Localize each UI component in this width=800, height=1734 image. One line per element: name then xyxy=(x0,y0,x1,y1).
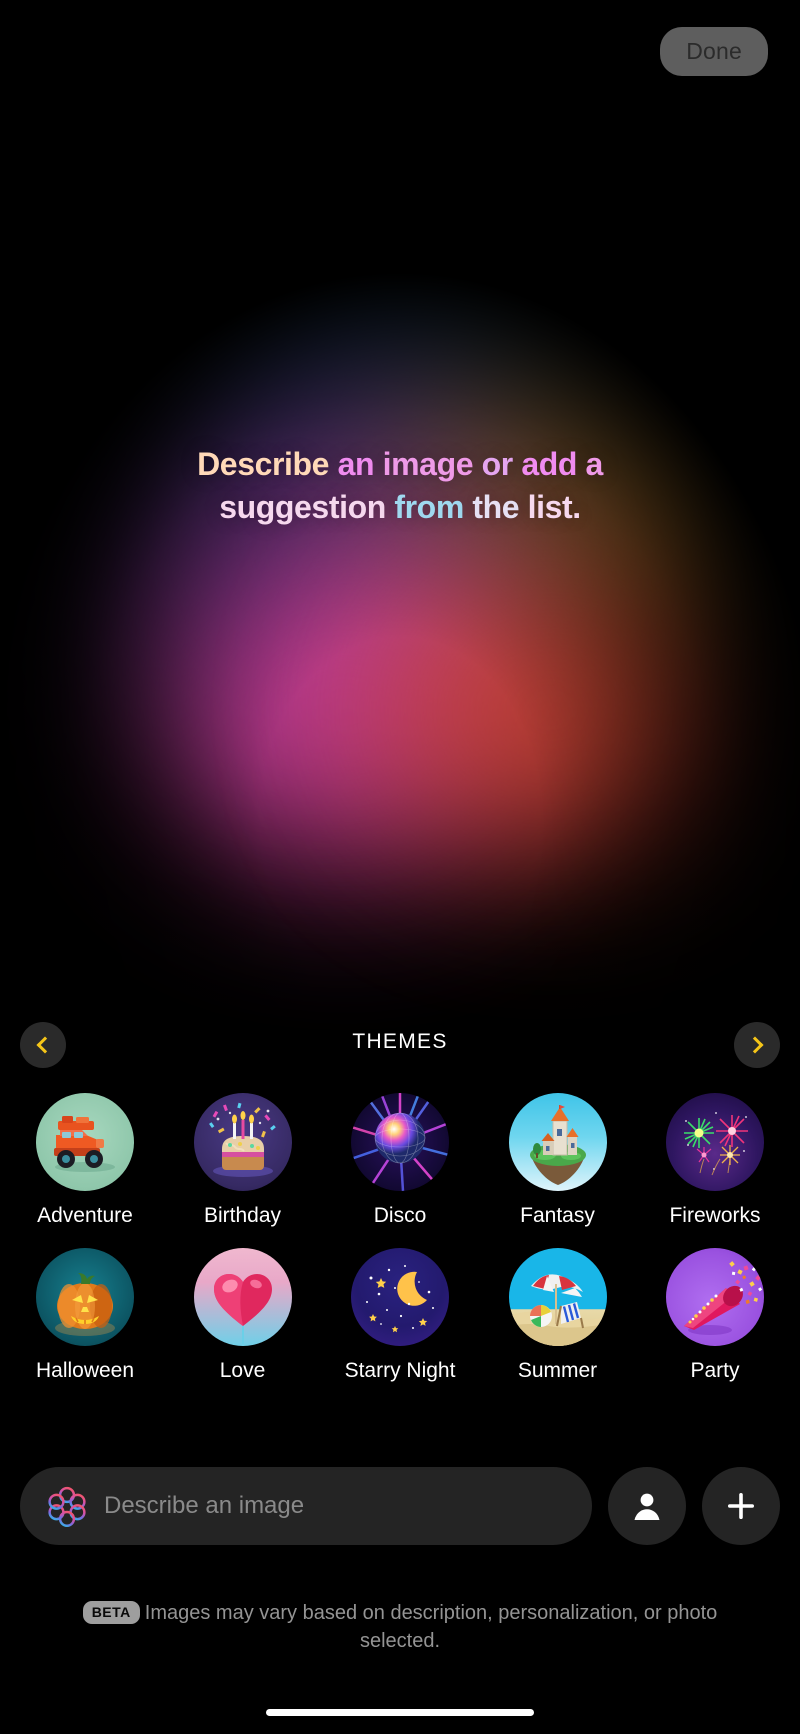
themes-grid: Adventure Birthday Disco Fantasy Firewor… xyxy=(0,1093,800,1403)
hero-word: add xyxy=(521,446,586,482)
theme-label: Fireworks xyxy=(669,1204,761,1227)
theme-item-disco[interactable]: Disco xyxy=(335,1093,465,1228)
party-thumbnail xyxy=(666,1248,764,1346)
chevron-right-icon xyxy=(746,1036,764,1054)
hero-word: the xyxy=(472,488,528,525)
adventure-thumbnail xyxy=(36,1093,134,1191)
theme-item-fantasy[interactable]: Fantasy xyxy=(493,1093,623,1228)
disco-thumbnail xyxy=(351,1093,449,1191)
hero-word: image xyxy=(382,446,482,482)
disclaimer-text: Images may vary based on description, pe… xyxy=(144,1602,718,1652)
theme-item-fireworks[interactable]: Fireworks xyxy=(650,1093,780,1228)
theme-item-starry-night[interactable]: Starry Night xyxy=(335,1248,465,1383)
theme-item-party[interactable]: Party xyxy=(650,1248,780,1383)
summer-thumbnail xyxy=(508,1248,607,1346)
add-button[interactable] xyxy=(702,1467,780,1545)
starry-night-thumbnail xyxy=(351,1248,449,1346)
hero-word: an xyxy=(337,446,383,482)
theme-label: Adventure xyxy=(37,1204,133,1227)
fireworks-thumbnail xyxy=(666,1093,764,1191)
themes-title: THEMES xyxy=(352,1030,448,1053)
theme-item-halloween[interactable]: Halloween xyxy=(20,1248,150,1383)
beta-badge: BETA xyxy=(82,1601,140,1625)
home-indicator xyxy=(266,1709,534,1716)
theme-label: Birthday xyxy=(203,1204,282,1227)
done-button[interactable]: Done xyxy=(660,27,768,76)
hero-headline: Describe an image or add a suggestion fr… xyxy=(0,443,800,528)
themes-row-2: Halloween Love Starry Night Summer Party xyxy=(0,1248,800,1383)
person-button[interactable] xyxy=(608,1467,686,1545)
plus-icon xyxy=(728,1493,754,1519)
hero-word: list. xyxy=(527,488,582,525)
theme-label: Summer xyxy=(517,1359,598,1382)
theme-label: Party xyxy=(690,1359,740,1382)
hero-word: or xyxy=(481,446,522,482)
hero-line-1: Describe an image or add a xyxy=(197,446,603,482)
themes-header: THEMES xyxy=(0,1022,800,1068)
beta-disclaimer: BETA Images may vary based on description… xyxy=(0,1600,800,1655)
hero-word: a xyxy=(585,446,604,482)
theme-label: Starry Night xyxy=(344,1359,456,1382)
hero-word: Describe xyxy=(197,446,338,482)
person-icon xyxy=(634,1493,660,1520)
theme-label: Halloween xyxy=(35,1359,135,1382)
halloween-thumbnail xyxy=(36,1248,134,1346)
hero-line-2: suggestion from the list. xyxy=(219,489,581,525)
themes-next-button[interactable] xyxy=(734,1022,780,1068)
describe-image-input[interactable]: Describe an image xyxy=(20,1467,592,1545)
theme-item-adventure[interactable]: Adventure xyxy=(20,1093,150,1228)
theme-label: Fantasy xyxy=(520,1204,595,1227)
theme-item-birthday[interactable]: Birthday xyxy=(178,1093,308,1228)
fantasy-thumbnail xyxy=(508,1093,607,1191)
image-playground-screen: Done Describe an image or add a suggesti… xyxy=(0,0,800,1734)
describe-image-placeholder: Describe an image xyxy=(104,1492,305,1519)
themes-row-1: Adventure Birthday Disco Fantasy Firewor… xyxy=(0,1093,800,1228)
theme-item-summer[interactable]: Summer xyxy=(493,1248,623,1383)
theme-item-love[interactable]: Love xyxy=(178,1248,308,1383)
image-playground-icon xyxy=(48,1486,86,1527)
hero-word: from xyxy=(394,488,473,525)
hero-word: suggestion xyxy=(219,488,395,525)
composer-bar: Describe an image xyxy=(0,1467,800,1545)
theme-label: Disco xyxy=(373,1204,427,1227)
birthday-thumbnail xyxy=(193,1093,292,1191)
theme-label: Love xyxy=(219,1359,266,1382)
love-thumbnail xyxy=(193,1248,292,1346)
